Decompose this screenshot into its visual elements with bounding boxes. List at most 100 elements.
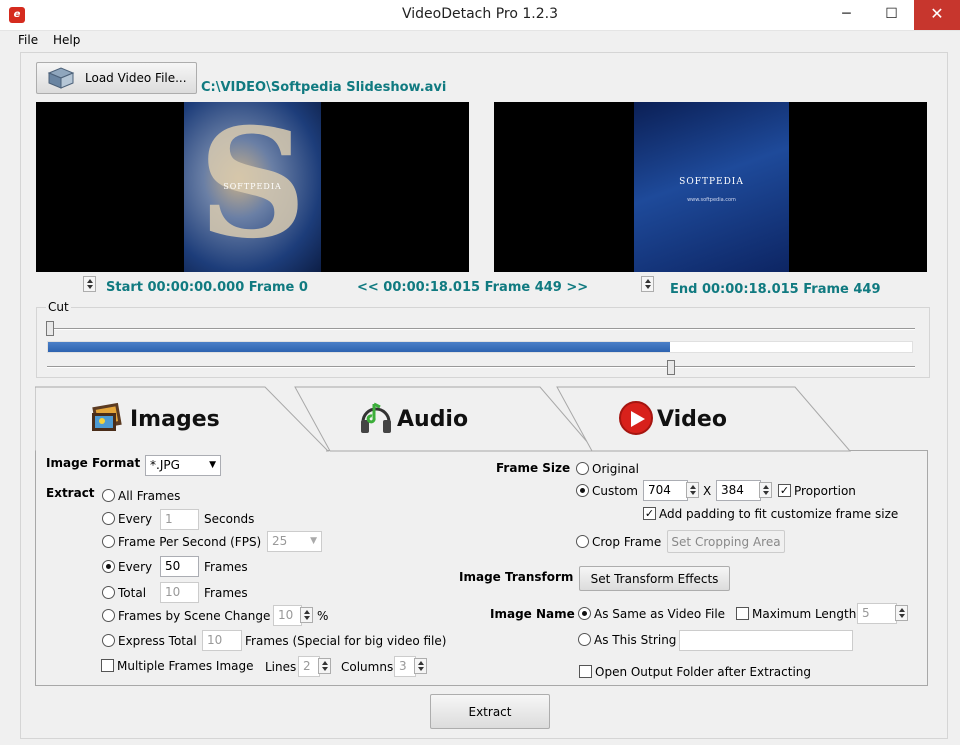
- load-video-label: Load Video File...: [85, 71, 187, 85]
- headphones-icon: [358, 400, 394, 436]
- tab-video[interactable]: Video: [657, 407, 727, 432]
- custom-label: Custom: [592, 484, 638, 498]
- menu-help[interactable]: Help: [53, 33, 80, 47]
- video-path: C:\VIDEO\Softpedia Slideshow.avi: [201, 80, 447, 95]
- width-spinner[interactable]: [686, 482, 699, 498]
- open-folder-label: Open Output Folder after Extracting: [595, 665, 811, 679]
- seconds-label: Seconds: [204, 512, 255, 526]
- string-input[interactable]: [679, 630, 853, 651]
- radio-all-frames[interactable]: [102, 489, 115, 502]
- load-video-button[interactable]: Load Video File...: [36, 62, 197, 94]
- lines-spinner[interactable]: [318, 658, 331, 674]
- scene-change-input[interactable]: 10: [273, 605, 302, 626]
- start-frame-spinner[interactable]: [83, 276, 96, 292]
- set-cropping-area-button[interactable]: Set Cropping Area: [667, 530, 785, 553]
- every-seconds-input[interactable]: 1: [160, 509, 199, 530]
- radio-fps[interactable]: [102, 535, 115, 548]
- every-frames-input[interactable]: 50: [160, 556, 199, 577]
- lines-input[interactable]: 2: [298, 656, 320, 677]
- window-title: VideoDetach Pro 1.2.3: [402, 6, 558, 22]
- size-x-label: X: [703, 484, 712, 498]
- image-transform-label: Image Transform: [459, 570, 574, 584]
- image-format-label: Image Format: [46, 456, 141, 470]
- max-length-input[interactable]: 5: [857, 603, 897, 624]
- this-string-label: As This String: [594, 633, 677, 647]
- set-transform-effects-button[interactable]: Set Transform Effects: [579, 566, 730, 591]
- film-icon: [47, 67, 75, 89]
- multiple-frames-label: Multiple Frames Image: [117, 659, 254, 673]
- menu-bar: [0, 31, 960, 51]
- start-frame-preview: S SOFTPEDIA: [36, 102, 469, 272]
- end-frame-preview: SOFTPEDIA www.softpedia.com: [494, 102, 927, 272]
- proportion-label: Proportion: [794, 484, 856, 498]
- lines-label: Lines: [265, 660, 297, 674]
- chevron-down-icon: ▼: [209, 460, 216, 470]
- percent-label: %: [317, 609, 329, 623]
- current-frame-label: << 00:00:18.015 Frame 449 >>: [357, 280, 589, 295]
- minimize-button[interactable]: ─: [824, 0, 869, 30]
- radio-same-as-video[interactable]: [578, 607, 591, 620]
- radio-original[interactable]: [576, 462, 589, 475]
- multiple-frames-checkbox[interactable]: [101, 659, 114, 672]
- menu-file[interactable]: File: [18, 33, 38, 47]
- end-cut-thumb[interactable]: [667, 360, 675, 375]
- fps-label: Frame Per Second (FPS): [118, 535, 262, 549]
- image-name-label: Image Name: [490, 607, 575, 621]
- crop-frame-label: Crop Frame: [592, 535, 662, 549]
- end-frame-brand: SOFTPEDIA: [679, 177, 744, 187]
- fps-value: 25: [272, 534, 288, 548]
- end-frame-spinner[interactable]: [641, 276, 654, 292]
- cut-progress: [47, 341, 913, 353]
- height-input[interactable]: 384: [716, 480, 761, 501]
- tab-images[interactable]: Images: [130, 407, 220, 432]
- end-cut-track: [47, 366, 915, 368]
- columns-spinner[interactable]: [414, 658, 427, 674]
- tab-audio[interactable]: Audio: [397, 407, 468, 432]
- padding-checkbox[interactable]: ✓: [643, 507, 656, 520]
- radio-scene-change[interactable]: [102, 609, 115, 622]
- frame-size-label: Frame Size: [496, 461, 571, 475]
- maximize-button[interactable]: ☐: [869, 0, 914, 30]
- end-time-label: End 00:00:18.015 Frame 449: [670, 282, 881, 297]
- end-frame-url: www.softpedia.com: [687, 197, 736, 203]
- width-input[interactable]: 704: [643, 480, 688, 501]
- total-input[interactable]: 10: [160, 582, 199, 603]
- radio-total[interactable]: [102, 586, 115, 599]
- max-length-checkbox[interactable]: [736, 607, 749, 620]
- radio-every-frames[interactable]: [102, 560, 115, 573]
- scene-change-label: Frames by Scene Change: [118, 609, 271, 623]
- express-total-label: Express Total: [118, 634, 197, 648]
- scene-change-spinner[interactable]: [300, 607, 313, 623]
- every-seconds-label: Every: [118, 512, 153, 526]
- start-cut-thumb[interactable]: [46, 321, 54, 336]
- same-as-video-label: As Same as Video File: [594, 607, 726, 621]
- radio-every-seconds[interactable]: [102, 512, 115, 525]
- play-icon: [619, 401, 653, 435]
- open-folder-checkbox[interactable]: [579, 665, 592, 678]
- chevron-down-icon: ▼: [310, 536, 317, 546]
- height-spinner[interactable]: [759, 482, 772, 498]
- total-frames-label: Frames: [204, 586, 248, 600]
- max-length-label: Maximum Length: [752, 607, 857, 621]
- image-format-value: *.JPG: [150, 458, 180, 472]
- cut-progress-fill: [48, 342, 671, 352]
- frames-label: Frames: [204, 560, 248, 574]
- total-label: Total: [118, 586, 147, 600]
- radio-this-string[interactable]: [578, 633, 591, 646]
- start-cut-track: [47, 328, 915, 330]
- image-format-select[interactable]: *.JPG ▼: [145, 455, 221, 476]
- radio-custom[interactable]: [576, 484, 589, 497]
- proportion-checkbox[interactable]: ✓: [778, 484, 791, 497]
- max-length-spinner[interactable]: [895, 605, 908, 621]
- fps-select[interactable]: 25 ▼: [267, 531, 322, 552]
- close-button[interactable]: ✕: [914, 0, 960, 30]
- express-total-input[interactable]: 10: [202, 630, 242, 651]
- extract-button[interactable]: Extract: [430, 694, 550, 729]
- radio-crop-frame[interactable]: [576, 535, 589, 548]
- radio-express-total[interactable]: [102, 634, 115, 647]
- every-frames-label: Every: [118, 560, 153, 574]
- columns-input[interactable]: 3: [394, 656, 416, 677]
- end-frame-image: SOFTPEDIA www.softpedia.com: [634, 102, 789, 272]
- start-time-label: Start 00:00:00.000 Frame 0: [106, 280, 308, 295]
- start-frame-brand: SOFTPEDIA: [223, 182, 282, 191]
